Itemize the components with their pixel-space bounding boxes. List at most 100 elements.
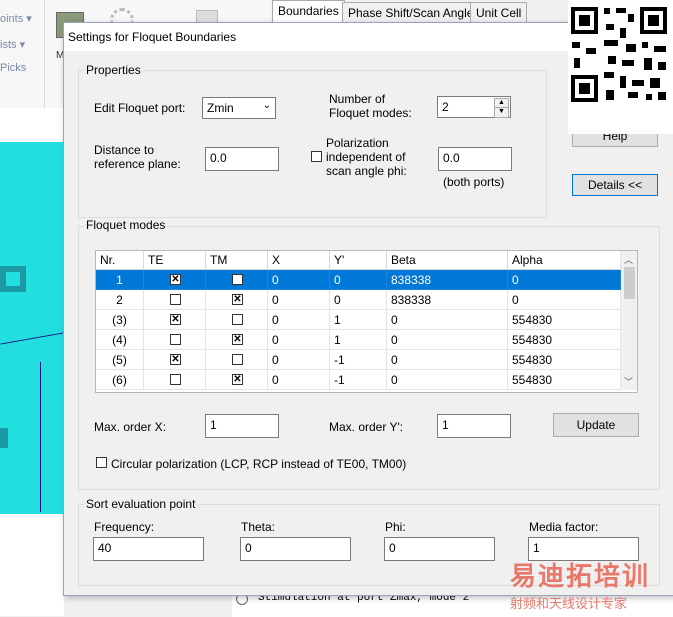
column-header[interactable]: Nr.	[96, 251, 144, 270]
phi-input[interactable]: 0	[384, 537, 495, 561]
unchecked-checkbox-icon[interactable]	[170, 374, 181, 385]
alpha-cell: 0	[508, 270, 621, 290]
spin-down-icon[interactable]: ▼	[494, 107, 509, 118]
beta-cell: 0	[387, 370, 508, 390]
table-row[interactable]: 1 ✕ 0 0 838338 0	[96, 270, 621, 290]
unchecked-checkbox-icon[interactable]	[232, 354, 243, 365]
max-y-label: Max. order Y':	[329, 420, 404, 434]
table-row[interactable]: (3) ✕ 0 1 0 554830	[96, 310, 621, 330]
table-scrollbar[interactable]: ︿ ﹀	[620, 251, 637, 390]
unchecked-checkbox-icon[interactable]	[232, 274, 243, 285]
max-x-label: Max. order X:	[94, 420, 167, 434]
tm-cell[interactable]	[206, 310, 268, 330]
alpha-cell: 554830	[508, 310, 621, 330]
distance-label: reference plane:	[94, 157, 181, 171]
row-nr-cell: (6)	[96, 370, 144, 390]
checked-checkbox-icon[interactable]: ✕	[170, 354, 181, 365]
tab-unit-cell[interactable]: Unit Cell	[470, 2, 528, 23]
edit-port-select[interactable]: Zmin ⌄	[202, 97, 276, 119]
frequency-input[interactable]: 40	[93, 537, 204, 561]
te-cell[interactable]: ✕	[144, 310, 206, 330]
tm-cell[interactable]: ✕	[206, 290, 268, 310]
scroll-up-icon[interactable]: ︿	[624, 253, 633, 266]
group-title: Properties	[84, 63, 143, 77]
beta-cell: 838338	[387, 290, 508, 310]
x-cell: 0	[268, 370, 330, 390]
num-modes-label: Floquet modes:	[329, 106, 412, 120]
table-row[interactable]: (4) ✕ 0 1 0 554830	[96, 330, 621, 350]
polarization-input[interactable]: 0.0	[438, 147, 512, 171]
column-header[interactable]: Beta	[387, 251, 508, 270]
te-cell[interactable]: ✕	[144, 350, 206, 370]
media-factor-label: Media factor:	[529, 520, 599, 534]
max-y-input[interactable]: 1	[437, 414, 511, 438]
alpha-cell: 0	[508, 290, 621, 310]
model-shape	[0, 428, 8, 448]
polarization-checkbox[interactable]	[311, 151, 322, 162]
floquet-modes-table[interactable]: Nr. TE TM X Y' Beta Alpha ︿ ﹀ 1 ✕ 0 0 838338…	[95, 250, 638, 393]
circular-polarization-label: Circular polarization (LCP, RCP instead …	[111, 457, 407, 471]
polarization-label: scan angle phi:	[326, 164, 407, 178]
x-cell: 0	[268, 290, 330, 310]
checked-checkbox-icon[interactable]: ✕	[232, 294, 243, 305]
scroll-down-icon[interactable]: ﹀	[624, 375, 633, 388]
y-cell: 0	[330, 290, 387, 310]
te-cell[interactable]: ✕	[144, 270, 206, 290]
edge-line	[40, 362, 41, 512]
watermark-subtitle: 射频和天线设计专家	[510, 596, 628, 611]
unchecked-checkbox-icon[interactable]	[232, 314, 243, 325]
scroll-thumb[interactable]	[624, 267, 635, 299]
column-header[interactable]: TM	[206, 251, 268, 270]
row-nr-cell: (5)	[96, 350, 144, 370]
table-row[interactable]: (6) ✕ 0 -1 0 554830	[96, 370, 621, 390]
column-header[interactable]: Alpha	[508, 251, 621, 270]
y-cell: -1	[330, 370, 387, 390]
checked-checkbox-icon[interactable]: ✕	[232, 334, 243, 345]
tm-cell[interactable]: ✕	[206, 370, 268, 390]
beta-cell: 0	[387, 350, 508, 370]
tab-boundaries[interactable]: Boundaries	[272, 0, 345, 23]
column-header[interactable]: Y'	[330, 251, 387, 270]
unchecked-checkbox-icon[interactable]	[170, 334, 181, 345]
chevron-down-icon: ⌄	[262, 100, 271, 111]
table-row[interactable]: (5) ✕ 0 -1 0 554830	[96, 350, 621, 370]
table-row[interactable]: 2 ✕ 0 0 838338 0	[96, 290, 621, 310]
row-nr-cell: 1	[96, 270, 144, 290]
te-cell[interactable]	[144, 330, 206, 350]
checked-checkbox-icon[interactable]: ✕	[170, 314, 181, 325]
distance-input[interactable]: 0.0	[205, 147, 279, 171]
tm-cell[interactable]	[206, 350, 268, 370]
num-modes-spinner[interactable]: 2 ▲ ▼	[437, 96, 511, 118]
y-cell: 1	[330, 310, 387, 330]
ribbon-item[interactable]: ists ▾	[0, 38, 25, 51]
te-cell[interactable]	[144, 370, 206, 390]
x-cell: 0	[268, 350, 330, 370]
tab-strip: Boundaries Phase Shift/Scan Angles Unit …	[270, 0, 570, 23]
unchecked-checkbox-icon[interactable]	[170, 294, 181, 305]
phi-label: Phi:	[385, 520, 406, 534]
y-cell: 1	[330, 330, 387, 350]
tab-phase-shift[interactable]: Phase Shift/Scan Angles	[342, 2, 486, 23]
ribbon-item[interactable]: Picks	[0, 62, 26, 74]
tm-cell[interactable]: ✕	[206, 330, 268, 350]
checked-checkbox-icon[interactable]: ✕	[232, 374, 243, 385]
3d-view[interactable]	[0, 142, 64, 514]
max-x-input[interactable]: 1	[205, 414, 279, 438]
circular-polarization-checkbox[interactable]	[96, 457, 107, 468]
workspace-gap	[0, 108, 64, 142]
column-header[interactable]: TE	[144, 251, 206, 270]
beta-cell: 0	[387, 310, 508, 330]
divider	[44, 0, 45, 108]
details-button[interactable]: Details <<	[572, 174, 658, 196]
num-modes-label: Number of	[329, 92, 386, 106]
tm-cell[interactable]	[206, 270, 268, 290]
update-button[interactable]: Update	[553, 413, 639, 437]
theta-input[interactable]: 0	[240, 537, 351, 561]
edit-port-label: Edit Floquet port:	[94, 101, 186, 115]
column-header[interactable]: X	[268, 251, 330, 270]
checked-checkbox-icon[interactable]: ✕	[170, 274, 181, 285]
alpha-cell: 554830	[508, 330, 621, 350]
te-cell[interactable]	[144, 290, 206, 310]
ribbon-item[interactable]: oints ▾	[0, 12, 32, 25]
x-cell: 0	[268, 270, 330, 290]
